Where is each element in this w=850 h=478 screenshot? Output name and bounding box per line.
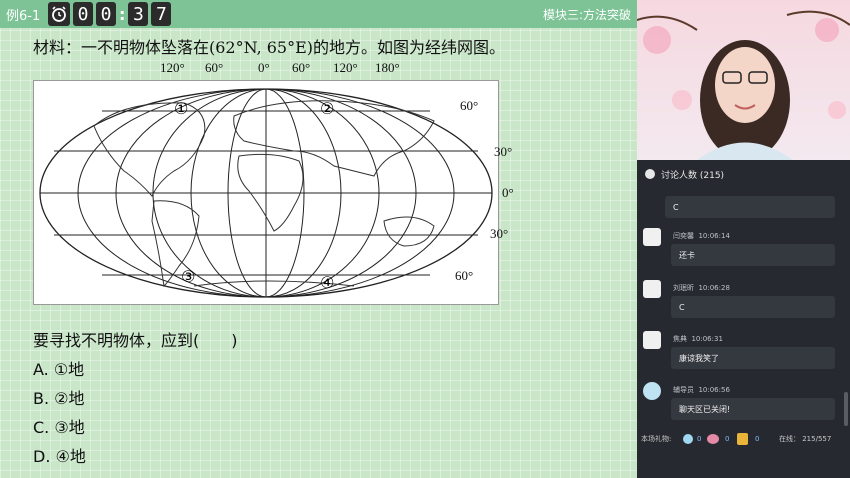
gift-count: 0 (755, 435, 760, 443)
flower-gift-icon (707, 434, 719, 444)
lat-label: 30° (494, 144, 513, 159)
question-text: 要寻找不明物体，应到( ) (33, 331, 238, 350)
point-marker-1: ① (174, 99, 189, 118)
point-marker-2: ② (320, 99, 335, 118)
lat-label: 30° (490, 226, 509, 241)
lon-label: 60° (292, 60, 311, 75)
gift-count: 0 (725, 435, 730, 443)
alarm-clock-icon (48, 2, 70, 26)
timer-digit: 7 (151, 2, 172, 26)
lon-label: 120° (160, 60, 185, 75)
chat-scrollbar[interactable] (844, 392, 848, 426)
module-title: 模块三:方法突破 (542, 8, 631, 22)
message-bubble: 康谅我笑了 (671, 347, 835, 369)
timer-digit: 0 (96, 2, 116, 26)
message-bubble: C (671, 296, 835, 318)
option-c[interactable]: C. ③地 (33, 414, 85, 438)
option-b[interactable]: B. ②地 (33, 385, 85, 409)
footer-bar: 本场礼物: 0 0 0 在线： 215/557 (637, 430, 850, 448)
message-bubble: 聊天区已关闭! (671, 398, 835, 420)
lat-label: 60° (460, 98, 479, 113)
example-label: 例6-1 (6, 9, 41, 24)
lon-label: 0° (258, 60, 270, 75)
sidebar: 讨论人数 (215) C 闫奕馨 10:06:14 还卡 刘珉昕 10:06:2… (637, 0, 850, 478)
message-bubble: 还卡 (671, 244, 835, 266)
message-meta: 焦典 10:06:31 (673, 335, 723, 343)
lat-label: 0° (502, 185, 514, 200)
timer-colon: : (119, 4, 126, 24)
chat-title: 讨论人数 (215) (661, 170, 725, 181)
avatar (643, 228, 661, 246)
world-map-graticule: ① ② ③ ④ (33, 80, 499, 305)
online-count: 在线： 215/557 (779, 435, 832, 443)
gift-count: 0 (697, 435, 702, 443)
point-marker-4: ④ (320, 273, 335, 292)
message-meta: 辅导员 10:06:56 (673, 386, 730, 394)
lon-label: 120° (333, 60, 358, 75)
timer-digit: 3 (128, 2, 149, 26)
lon-label: 180° (375, 60, 400, 75)
slide: 例6-1 0 0 : 3 7 模块三:方法突破 材料：一不明物体坠落在(62°N… (0, 0, 637, 478)
snowflake-gift-icon (683, 434, 693, 444)
chat-bubble-icon (645, 169, 655, 179)
avatar (643, 280, 661, 298)
avatar (643, 382, 661, 400)
message-meta: 刘珉昕 10:06:28 (673, 284, 730, 292)
option-d[interactable]: D. ④地 (33, 443, 86, 467)
avatar (643, 331, 661, 349)
chat-header: 讨论人数 (215) (637, 163, 850, 185)
material-text: 材料：一不明物体坠落在(62°N, 65°E)的地方。如图为经纬网图。 (33, 38, 506, 57)
trophy-gift-icon (737, 433, 748, 445)
lon-label: 60° (205, 60, 224, 75)
message-meta: 闫奕馨 10:06:14 (673, 232, 730, 240)
countdown-timer: 0 0 : 3 7 (48, 2, 172, 26)
point-marker-3: ③ (181, 267, 196, 286)
lat-label: 60° (455, 268, 474, 283)
timer-digit: 0 (73, 2, 93, 26)
teacher-video (637, 0, 850, 160)
chat-list[interactable]: C 闫奕馨 10:06:14 还卡 刘珉昕 10:06:28 C 焦典 10:0… (637, 190, 850, 430)
top-bar: 例6-1 0 0 : 3 7 模块三:方法突破 (0, 0, 637, 28)
option-a[interactable]: A. ①地 (33, 356, 84, 380)
message-bubble: C (665, 196, 835, 218)
gifts-label: 本场礼物: (641, 435, 672, 443)
